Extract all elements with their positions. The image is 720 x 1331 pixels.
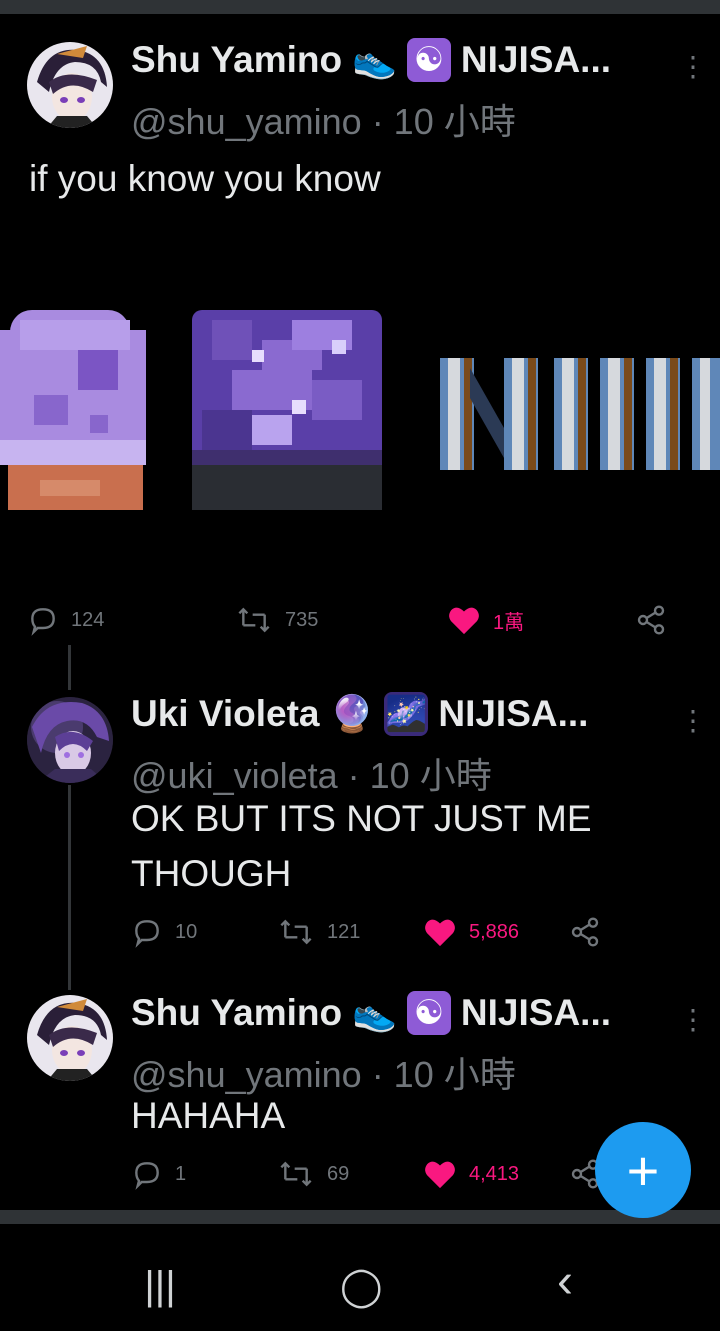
more-icon[interactable]: ⋮ — [679, 707, 707, 735]
author-name-row: Shu Yamino 👟 ☯ NIJISA... — [131, 38, 611, 82]
milky-way-emoji-image — [192, 310, 382, 510]
like-count: 4,413 — [469, 1162, 520, 1185]
heart-icon — [449, 607, 479, 635]
avatar-shu[interactable] — [27, 995, 113, 1081]
like-button[interactable]: 5,886 — [423, 916, 569, 948]
author-name-row: Uki Violeta 🔮 🌌 NIJISA... — [131, 692, 588, 736]
author-handle[interactable]: @shu_yamino — [131, 101, 362, 142]
retweet-count: 121 — [327, 920, 361, 943]
crystal-ball-emoji-icon: 🔮 — [329, 693, 375, 734]
recent-apps-icon: ||| — [144, 1264, 176, 1308]
reply-count: 1 — [175, 1162, 187, 1185]
system-nav-bar: ||| ◯ ‹ — [0, 1240, 720, 1331]
author-name[interactable]: Shu Yamino — [131, 992, 342, 1034]
author-name-row: Shu Yamino 👟 ☯ NIJISA... — [131, 991, 611, 1035]
tweet-actions: 1 69 4,413 — [131, 1158, 601, 1190]
retweet-count: 69 — [327, 1162, 350, 1185]
tweet-text-line: THOUGH — [131, 853, 292, 894]
retweet-button[interactable]: 121 — [277, 916, 423, 948]
reply-button[interactable]: 1 — [131, 1158, 277, 1190]
author-handle-row: @shu_yamino · 10 小時 — [131, 93, 516, 145]
share-icon — [637, 605, 665, 635]
back-icon: ‹ — [557, 1255, 573, 1308]
thread-line — [68, 785, 71, 990]
milky-way-emoji-icon: 🌌 — [384, 692, 429, 736]
recent-apps-button[interactable]: ||| — [140, 1264, 180, 1309]
share-icon — [571, 917, 599, 947]
like-count: 5,886 — [469, 920, 520, 943]
like-button[interactable]: 4,413 — [423, 1158, 569, 1190]
sneaker-emoji-icon: 👟 — [352, 39, 397, 80]
heart-icon — [425, 919, 455, 947]
more-icon[interactable]: ⋮ — [679, 1006, 707, 1034]
retweet-button[interactable]: 735 — [235, 604, 447, 636]
tweet-actions: 10 121 5,886 — [131, 916, 601, 948]
reply-icon — [135, 920, 159, 948]
tweet-text: OK BUT ITS NOT JUST ME THOUGH — [131, 791, 592, 901]
tweet-time: · 10 小時 — [371, 1054, 516, 1095]
more-icon[interactable]: ⋮ — [679, 53, 707, 81]
author-name[interactable]: Shu Yamino — [131, 39, 342, 81]
home-icon: ◯ — [340, 1266, 383, 1308]
tweet-time: · 10 小時 — [347, 755, 492, 796]
tweet-text: HAHAHA — [131, 1095, 286, 1136]
retweet-button[interactable]: 69 — [277, 1158, 423, 1190]
reply-button[interactable]: 124 — [27, 604, 235, 636]
retweet-count: 735 — [285, 608, 319, 631]
tweet-text-line: OK BUT ITS NOT JUST ME — [131, 798, 592, 839]
share-button[interactable] — [569, 916, 601, 948]
retweet-icon — [280, 1161, 312, 1187]
tweet-time: · 10 小時 — [371, 101, 516, 142]
reply-icon — [135, 1162, 159, 1190]
bottom-divider — [0, 1210, 720, 1224]
reply-count: 124 — [71, 608, 105, 631]
author-org: NIJISA... — [460, 39, 612, 80]
nijisanji-logo-image — [440, 358, 720, 470]
back-button[interactable]: ‹ — [545, 1254, 585, 1309]
reply-icon — [31, 608, 55, 636]
tweet-text: if you know you know — [29, 158, 381, 199]
like-count: 1萬 — [493, 611, 525, 634]
author-handle[interactable]: @uki_violeta — [131, 755, 338, 796]
like-button[interactable]: 1萬 — [447, 604, 635, 636]
plus-icon: + — [626, 1138, 660, 1202]
sneaker-emoji-icon: 👟 — [352, 992, 397, 1033]
yin-yang-emoji-icon: ☯ — [406, 38, 451, 82]
thread-line — [68, 645, 71, 690]
compose-tweet-button[interactable]: + — [595, 1122, 691, 1218]
author-name[interactable]: Uki Violeta — [131, 693, 320, 735]
yin-yang-emoji-icon: ☯ — [406, 991, 451, 1035]
author-org: NIJISA... — [438, 693, 589, 734]
tweet-media[interactable] — [0, 300, 720, 520]
home-button[interactable]: ◯ — [340, 1264, 383, 1309]
retweet-icon — [238, 607, 270, 633]
crystal-ball-emoji-image — [0, 310, 146, 510]
share-button[interactable] — [635, 604, 667, 636]
retweet-icon — [280, 919, 312, 945]
tweet-actions: 124 735 1萬 — [27, 604, 667, 636]
top-divider — [0, 0, 720, 14]
avatar-uki[interactable] — [27, 697, 113, 783]
heart-icon — [425, 1161, 455, 1189]
avatar-shu[interactable] — [27, 42, 113, 128]
reply-button[interactable]: 10 — [131, 916, 277, 948]
author-org: NIJISA... — [460, 992, 612, 1033]
reply-count: 10 — [175, 920, 198, 943]
